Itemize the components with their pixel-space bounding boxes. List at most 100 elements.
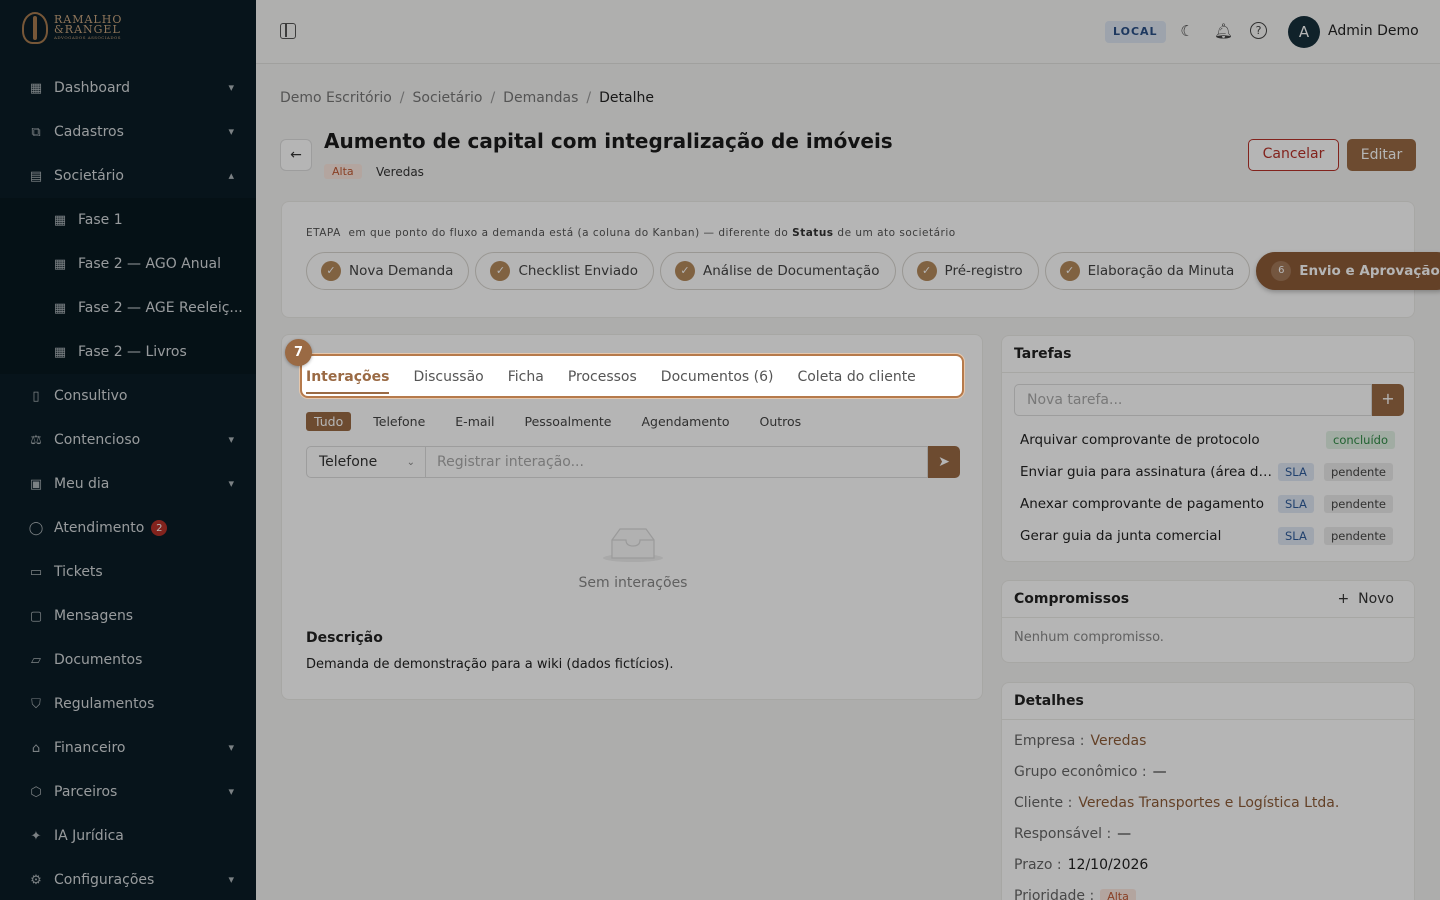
- sidebar-item-label: Atendimento: [54, 520, 145, 536]
- sidebar-toggle-icon[interactable]: [280, 23, 296, 39]
- stage-envio-aprovacao[interactable]: 6 Envio e Aprovação: [1256, 252, 1440, 290]
- user-name[interactable]: Admin Demo: [1328, 23, 1419, 39]
- send-icon: ➤: [938, 454, 950, 470]
- new-appointment-button[interactable]: + Novo: [1337, 581, 1394, 617]
- sparkle-icon: ✦: [30, 828, 42, 844]
- stage-checklist-enviado[interactable]: ✓ Checklist Enviado: [475, 252, 655, 290]
- filter-tudo[interactable]: Tudo: [306, 412, 352, 431]
- breadcrumb-item[interactable]: Societário: [413, 90, 483, 106]
- stage-note-bold: Status: [792, 227, 834, 239]
- help-icon[interactable]: ?: [1250, 22, 1267, 39]
- task-text: Anexar comprovante de pagamento: [1020, 496, 1265, 512]
- sidebar-item-label: Fase 2 — AGO Anual: [78, 256, 221, 272]
- detail-value: —: [1117, 826, 1132, 842]
- chevron-up-icon: ▴: [228, 169, 234, 182]
- stage-nova-demanda[interactable]: ✓ Nova Demanda: [306, 252, 470, 290]
- sidebar-item-label: Documentos: [54, 652, 143, 668]
- tab-documentos[interactable]: Documentos (6): [661, 356, 774, 400]
- tab-ficha[interactable]: Ficha: [508, 356, 544, 400]
- tab-processos[interactable]: Processos: [568, 356, 637, 400]
- channel-select[interactable]: Telefone ⌄: [306, 446, 426, 478]
- stage-pre-registro[interactable]: ✓ Pré-registro: [901, 252, 1039, 290]
- moon-icon[interactable]: ☾: [1178, 22, 1196, 40]
- new-appointment-label: Novo: [1358, 591, 1394, 607]
- sidebar-item-societario[interactable]: ▤ Societário ▴: [0, 154, 256, 198]
- filter-outros[interactable]: Outros: [752, 412, 810, 431]
- sidebar-item-label: Cadastros: [54, 124, 124, 140]
- task-item[interactable]: Enviar guia para assinatura (área do cli…: [1020, 460, 1408, 484]
- sidebar-item-regulamentos[interactable]: ⛉ Regulamentos: [0, 682, 256, 726]
- filter-pessoalmente[interactable]: Pessoalmente: [516, 412, 619, 431]
- sidebar-item-fase-1[interactable]: ▦ Fase 1: [0, 198, 256, 242]
- sidebar-item-label: Parceiros: [54, 784, 118, 800]
- message-icon: ▢: [29, 608, 43, 624]
- sidebar-item-ia-juridica[interactable]: ✦ IA Jurídica: [0, 814, 256, 858]
- detail-tabs: Interações Discussão Ficha Processos Doc…: [302, 356, 964, 400]
- brand-logo[interactable]: RAMALHO &RANGEL ADVOGADOS ASSOCIADOS: [22, 12, 122, 44]
- task-item[interactable]: Gerar guia da junta comercial SLA pendente: [1020, 524, 1408, 548]
- back-button[interactable]: ←: [280, 139, 312, 171]
- detail-label: Prazo: [1014, 857, 1053, 873]
- handshake-icon: ⬡: [30, 784, 42, 800]
- stage-analise-documentacao[interactable]: ✓ Análise de Documentação: [660, 252, 896, 290]
- breadcrumb: Demo Escritório / Societário / Demandas / Deta…: [280, 90, 654, 106]
- sidebar-item-label: Societário: [54, 168, 124, 184]
- chevron-down-icon: ▾: [228, 741, 234, 754]
- interaction-filters: Tudo Telefone E-mail Pessoalmente Agenda…: [306, 412, 809, 431]
- sidebar-item-documentos[interactable]: ▱ Documentos: [0, 638, 256, 682]
- boxes-icon: ⧉: [31, 124, 41, 140]
- sla-badge: SLA: [1278, 495, 1314, 513]
- interaction-input[interactable]: Registrar interação...: [426, 446, 928, 478]
- breadcrumb-item[interactable]: Demo Escritório: [280, 90, 392, 106]
- edit-button[interactable]: Editar: [1347, 139, 1416, 171]
- sidebar-item-label: Mensagens: [54, 608, 134, 624]
- tasks-card: Tarefas Nova tarefa... + Arquivar compro…: [1001, 335, 1415, 562]
- tab-interacoes[interactable]: Interações: [306, 356, 390, 400]
- tab-coleta-cliente[interactable]: Coleta do cliente: [797, 356, 915, 400]
- filter-agendamento[interactable]: Agendamento: [633, 412, 737, 431]
- stage-label: Nova Demanda: [349, 263, 454, 279]
- sidebar-item-tickets[interactable]: ▭ Tickets: [0, 550, 256, 594]
- status-badge: pendente: [1324, 495, 1393, 513]
- sidebar-item-configuracoes[interactable]: ⚙ Configurações ▾: [0, 858, 256, 900]
- company-link[interactable]: Veredas: [1090, 733, 1146, 749]
- sidebar-item-financeiro[interactable]: ⌂ Financeiro ▾: [0, 726, 256, 770]
- sidebar-item-parceiros[interactable]: ⬡ Parceiros ▾: [0, 770, 256, 814]
- company-label: Veredas: [376, 165, 424, 179]
- sidebar-item-fase-2-age[interactable]: ▦ Fase 2 — AGE Reeleiç...: [0, 286, 256, 330]
- send-button[interactable]: ➤: [928, 446, 960, 478]
- sidebar-item-meu-dia[interactable]: ▣ Meu dia ▾: [0, 462, 256, 506]
- chevron-down-icon: ▾: [228, 785, 234, 798]
- tab-discussao[interactable]: Discussão: [413, 356, 483, 400]
- sidebar-item-label: Configurações: [54, 872, 155, 888]
- details-heading: Detalhes: [1002, 683, 1414, 720]
- plus-icon: +: [1381, 389, 1395, 408]
- sidebar-item-cadastros[interactable]: ⧉ Cadastros ▾: [0, 110, 256, 154]
- avatar[interactable]: A: [1288, 16, 1320, 48]
- task-item[interactable]: Arquivar comprovante de protocolo concluí…: [1020, 428, 1408, 452]
- breadcrumb-item[interactable]: Demandas: [503, 90, 578, 106]
- add-task-button[interactable]: +: [1372, 384, 1404, 416]
- client-link[interactable]: Veredas Transportes e Logística Ltda.: [1078, 795, 1339, 811]
- appointments-title: Compromissos: [1014, 591, 1130, 607]
- sidebar-item-atendimento[interactable]: ◯ Atendimento 2: [0, 506, 256, 550]
- sidebar-item-fase-2-livros[interactable]: ▦ Fase 2 — Livros: [0, 330, 256, 374]
- book-icon: ▯: [32, 388, 40, 404]
- stage-note-prefix: ETAPA: [306, 227, 341, 239]
- sidebar-item-dashboard[interactable]: ▦ Dashboard ▾: [0, 66, 256, 110]
- filter-telefone[interactable]: Telefone: [365, 412, 433, 431]
- sidebar-item-consultivo[interactable]: ▯ Consultivo: [0, 374, 256, 418]
- filter-email[interactable]: E-mail: [447, 412, 502, 431]
- cancel-button[interactable]: Cancelar: [1248, 139, 1339, 171]
- sidebar-item-fase-2-ago[interactable]: ▦ Fase 2 — AGO Anual: [0, 242, 256, 286]
- bell-icon[interactable]: 🔔︎: [1214, 22, 1233, 40]
- tour-spotlight: Interações Discussão Ficha Processos Doc…: [300, 354, 964, 398]
- sidebar-item-label: Financeiro: [54, 740, 126, 756]
- stage-elaboracao-minuta[interactable]: ✓ Elaboração da Minuta: [1044, 252, 1251, 290]
- new-task-input[interactable]: Nova tarefa...: [1014, 384, 1372, 416]
- sidebar-item-contencioso[interactable]: ⚖ Contencioso ▾: [0, 418, 256, 462]
- plus-icon: +: [1337, 591, 1350, 607]
- sidebar-item-mensagens[interactable]: ▢ Mensagens: [0, 594, 256, 638]
- detail-cliente: Cliente : Veredas Transportes e Logística…: [1014, 795, 1340, 811]
- task-item[interactable]: Anexar comprovante de pagamento SLA penden…: [1020, 492, 1408, 516]
